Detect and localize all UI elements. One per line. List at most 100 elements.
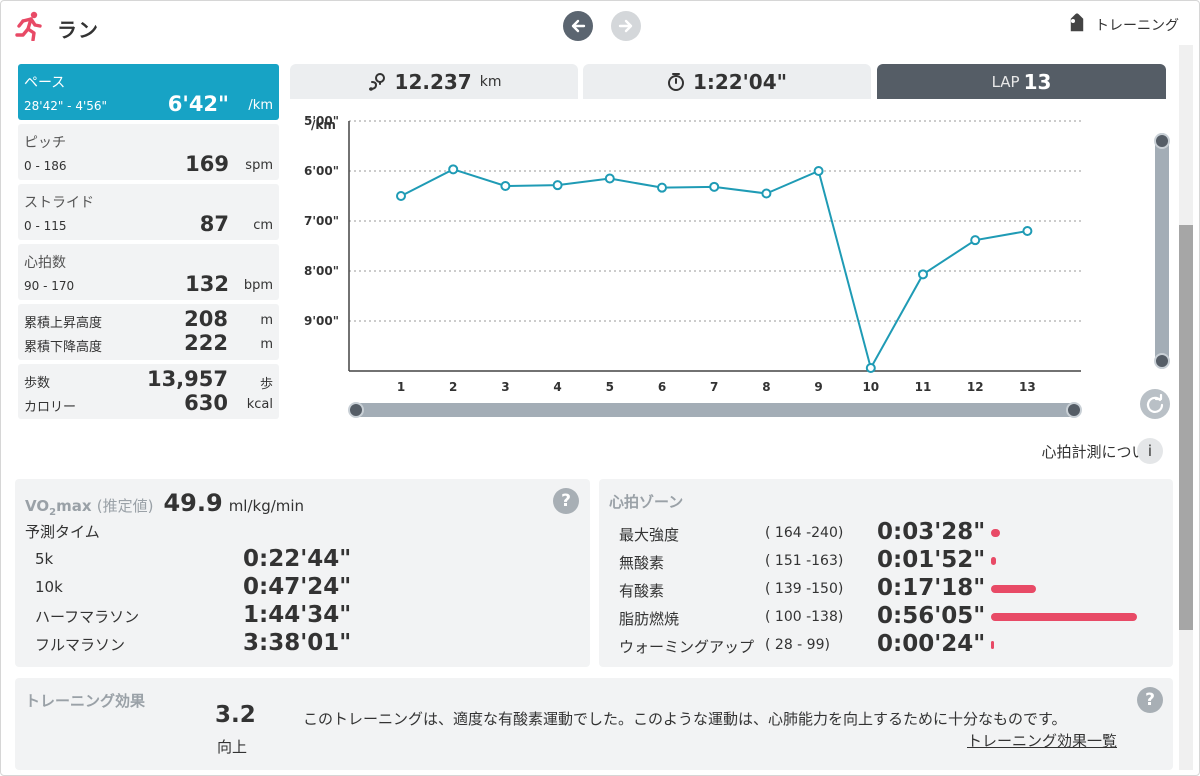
predicted-time-distance: ハーフマラソン — [35, 608, 140, 626]
stat-pace[interactable]: ペース 28'42" - 4'56" 6'42" /km — [18, 64, 279, 120]
descent-row: 累積下降高度 222 m — [24, 331, 273, 355]
predicted-time-value: 0:47'24" — [243, 574, 352, 600]
predicted-time-value: 0:22'44" — [243, 546, 352, 572]
descent-unit: m — [260, 337, 273, 352]
training-label: トレーニング — [1095, 18, 1179, 34]
heart-rate-zone-row: 脂肪燃焼 ( 100 -138) 0:56'05" — [619, 603, 1159, 631]
lap-value: 13 — [1023, 69, 1052, 94]
vo2-label-max: max — [56, 497, 92, 515]
tab-time[interactable]: 1:22'04" — [583, 64, 871, 99]
predicted-time-value: 3:38'01" — [243, 630, 352, 656]
zone-time: 0:56'05" — [877, 603, 986, 629]
stat-elevation: 累積上昇高度 208 m 累積下降高度 222 m — [18, 304, 279, 360]
next-activity-button[interactable] — [611, 11, 641, 41]
zone-bar — [991, 641, 994, 649]
previous-activity-button[interactable] — [563, 11, 593, 41]
vo2max-help-icon[interactable]: ? — [553, 488, 579, 514]
y-tick-label: 8'00" — [304, 264, 339, 278]
predicted-time-row: フルマラソン 3:38'01" — [35, 630, 355, 658]
arrow-left-icon — [571, 19, 586, 33]
heart-rate-zone-row: ウォーミングアップ ( 28 - 99) 0:00'24" — [619, 631, 1159, 659]
horizontal-slider-left-handle[interactable] — [348, 402, 364, 418]
predicted-time-distance: 5k — [35, 550, 54, 568]
training-effect-description: このトレーニングは、適度な有酸素運動でした。このような運動は、心肺能力を向上する… — [303, 710, 1067, 728]
steps-value: 13,957 — [146, 367, 228, 391]
training-effect-list-link[interactable]: トレーニング効果一覧 — [967, 730, 1117, 751]
pace-data-point — [552, 180, 563, 191]
vo2max-value: 49.9 — [163, 489, 223, 517]
lap-label: LAP — [991, 72, 1020, 91]
steps-row: 歩数 13,957 歩 — [24, 367, 273, 392]
pace-data-point — [500, 181, 511, 191]
route-pin-icon — [368, 72, 385, 91]
training-link[interactable]: トレーニング — [1065, 13, 1179, 37]
horizontal-range-slider[interactable] — [348, 402, 1082, 418]
pace-series-line — [400, 168, 1028, 371]
steps-unit: 歩 — [259, 377, 273, 392]
training-effect-help-icon[interactable]: ? — [1137, 687, 1163, 713]
zone-name: 無酸素 — [619, 554, 665, 572]
x-tick-label: 3 — [501, 380, 509, 394]
pace-data-point — [918, 269, 928, 280]
tab-lap[interactable]: LAP 13 — [877, 64, 1166, 99]
vo2-label-vo: VO — [25, 497, 50, 515]
stat-pitch-label: ピッチ — [24, 135, 66, 151]
y-tick-label: 9'00" — [304, 314, 339, 328]
reset-icon — [1146, 394, 1164, 413]
zone-range: ( 151 -163) — [765, 553, 844, 569]
stat-stride[interactable]: ストライド 0 - 115 87 cm — [18, 184, 279, 240]
tag-icon — [1070, 13, 1084, 32]
training-effect-panel: トレーニング効果 3.2 向上 このトレーニングは、適度な有酸素運動でした。この… — [15, 678, 1173, 770]
predicted-time-distance: 10k — [35, 578, 63, 596]
predicted-time-title: 予測タイム — [25, 523, 100, 541]
zone-bar — [991, 529, 1000, 537]
stat-stride-label: ストライド — [24, 195, 94, 211]
pace-data-point — [396, 191, 406, 201]
app-window: ラン トレーニング ペース 28'42" - 4'56" 6'42" /km ピ… — [0, 0, 1200, 776]
pace-data-point — [709, 181, 720, 192]
calories-unit: kcal — [246, 397, 273, 412]
stat-pitch-value: 169 — [185, 152, 229, 176]
zone-name: 有酸素 — [619, 582, 665, 600]
info-icon[interactable]: i — [1137, 438, 1163, 464]
x-tick-label: 10 — [862, 380, 879, 394]
stat-pace-range: 28'42" - 4'56" — [24, 99, 108, 113]
ascent-value: 208 — [184, 307, 228, 331]
zone-range: ( 100 -138) — [765, 609, 844, 625]
stat-pace-unit: /km — [248, 98, 273, 113]
tab-distance[interactable]: 12.237 km — [290, 64, 578, 99]
pace-data-point — [761, 188, 772, 199]
stat-pitch-unit: spm — [245, 158, 273, 173]
stat-stride-value: 87 — [199, 212, 229, 236]
stat-heart-rate-range: 90 - 170 — [24, 279, 75, 293]
horizontal-slider-right-handle[interactable] — [1066, 402, 1082, 418]
stopwatch-icon — [667, 72, 684, 91]
running-person-icon — [15, 11, 43, 45]
x-tick-label: 9 — [814, 380, 822, 394]
x-tick-label: 2 — [449, 380, 457, 394]
vertical-slider-top-handle[interactable] — [1154, 133, 1170, 149]
x-tick-label: 4 — [553, 380, 561, 394]
stat-pace-label: ペース — [24, 75, 66, 91]
vo2max-label: VO2max (推定値) — [25, 495, 153, 518]
stat-heart-rate[interactable]: 心拍数 90 - 170 132 bpm — [18, 244, 279, 300]
zone-name: ウォーミングアップ — [619, 638, 755, 656]
stat-pace-value: 6'42" — [167, 92, 229, 116]
stat-heart-rate-label: 心拍数 — [24, 255, 66, 271]
pace-data-point — [1022, 226, 1033, 236]
vo2max-panel: VO2max (推定値) 49.9 ml/kg/min ? 予測タイム 5k 0:… — [15, 479, 590, 667]
pace-data-point — [657, 182, 667, 193]
reset-zoom-button[interactable] — [1140, 389, 1170, 419]
pace-data-point — [970, 235, 981, 246]
predicted-time-row: 10k 0:47'24" — [35, 574, 355, 602]
calories-value: 630 — [184, 391, 228, 415]
zone-time: 0:17'18" — [877, 575, 986, 601]
vertical-range-slider[interactable] — [1154, 133, 1170, 369]
heart-rate-zone-title: 心拍ゾーン — [609, 493, 684, 511]
x-tick-label: 5 — [606, 380, 614, 394]
stat-heart-rate-unit: bpm — [243, 278, 273, 293]
vertical-slider-bottom-handle[interactable] — [1154, 353, 1170, 369]
stat-pitch[interactable]: ピッチ 0 - 186 169 spm — [18, 124, 279, 180]
page-scrollbar-thumb[interactable] — [1179, 225, 1193, 630]
arrow-right-icon — [618, 19, 633, 33]
